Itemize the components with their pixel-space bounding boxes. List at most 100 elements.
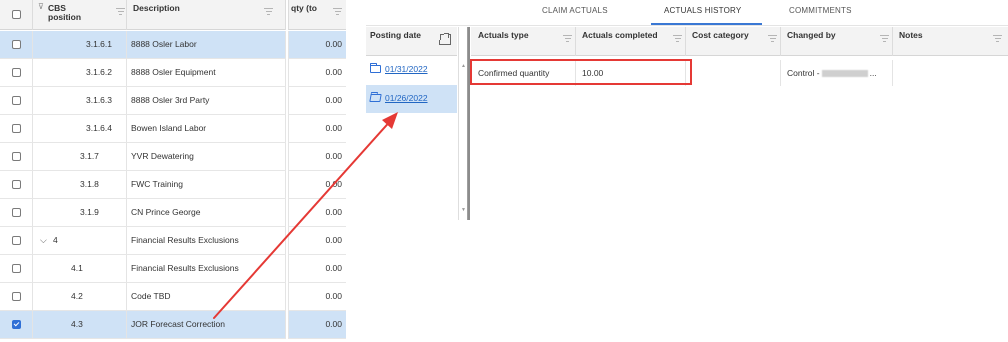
cost-category-header-label: Cost category — [692, 30, 749, 40]
posting-date-link[interactable]: 01/26/2022 — [385, 85, 428, 112]
description-text: 8888 Osler 3rd Party — [131, 95, 210, 105]
row-checkbox[interactable] — [12, 124, 21, 133]
description-text: YVR Dewatering — [131, 151, 194, 161]
table-row[interactable]: 4.3 JOR Forecast Correction — [0, 311, 286, 339]
row-select-cell — [0, 59, 33, 86]
cbs-position-cell: 4.1 — [33, 255, 127, 282]
qty-cell[interactable]: 0.00 — [288, 31, 346, 59]
filter-icon[interactable] — [768, 35, 777, 42]
filter-icon[interactable] — [993, 35, 1002, 42]
cbs-position-cell: ⌵ 4 — [33, 227, 127, 254]
actuals-completed-column-header[interactable]: Actuals completed — [576, 27, 686, 56]
table-row[interactable]: 3.1.8 FWC Training — [0, 171, 286, 199]
panel-splitter[interactable] — [468, 27, 470, 220]
notes-column-header[interactable]: Notes — [893, 27, 1008, 56]
qty-value: 0.00 — [325, 263, 342, 273]
description-cell: JOR Forecast Correction — [127, 311, 286, 338]
row-checkbox[interactable] — [12, 320, 21, 329]
qty-cell[interactable]: 0.00 — [288, 255, 346, 283]
description-cell: YVR Dewatering — [127, 143, 286, 170]
filter-icon[interactable] — [333, 8, 342, 15]
cost-category-cell — [686, 60, 781, 86]
actuals-type-column-header[interactable]: Actuals type — [471, 27, 576, 56]
description-text: Bowen Island Labor — [131, 123, 207, 133]
qty-cell[interactable]: 0.00 — [288, 143, 346, 171]
select-all-checkbox[interactable] — [12, 10, 21, 19]
posting-date-scrollbar[interactable]: ▲ ▼ — [458, 27, 468, 220]
table-row[interactable]: ⌵ 4 Financial Results Exclusions — [0, 227, 286, 255]
description-text: Code TBD — [131, 291, 171, 301]
table-row[interactable]: 3.1.6.1 8888 Osler Labor — [0, 31, 286, 59]
chevron-down-icon[interactable]: ⌵ — [40, 227, 47, 254]
cbs-position-cell: 3.1.8 — [33, 171, 127, 198]
tab-actuals-history[interactable]: ACTUALS HISTORY — [664, 6, 741, 15]
qty-cell[interactable]: 0.00 — [288, 59, 346, 87]
filter-icon[interactable] — [673, 35, 682, 42]
description-text: Financial Results Exclusions — [131, 235, 239, 245]
row-checkbox[interactable] — [12, 292, 21, 301]
cbs-position-header-label: CBS position — [48, 3, 82, 22]
tab-commitments[interactable]: COMMITMENTS — [789, 6, 852, 15]
qty-cell[interactable]: 0.00 — [288, 87, 346, 115]
cbs-position-text: 3.1.8 — [80, 179, 99, 189]
description-column-header[interactable]: Description — [127, 0, 286, 30]
actuals-history-grid: Actuals type Actuals completed Cost cate… — [471, 27, 1008, 220]
table-row[interactable]: 3.1.9 CN Prince George — [0, 199, 286, 227]
cbs-position-text: 3.1.6.1 — [86, 39, 112, 49]
actuals-history-header: Actuals type Actuals completed Cost cate… — [471, 27, 1008, 56]
row-select-cell — [0, 255, 33, 282]
row-select-cell — [0, 227, 33, 254]
cbs-grid-header: ⊽ CBS position Description — [0, 0, 286, 30]
table-row[interactable]: 4.2 Code TBD — [0, 283, 286, 311]
cost-category-column-header[interactable]: Cost category — [686, 27, 781, 56]
qty-cell[interactable]: 0.00 — [288, 227, 346, 255]
row-checkbox[interactable] — [12, 264, 21, 273]
qty-cell[interactable]: 0.00 — [288, 115, 346, 143]
row-checkbox[interactable] — [12, 152, 21, 161]
posting-date-row[interactable]: 01/31/2022 — [366, 56, 457, 84]
qty-cell[interactable]: 0.00 — [288, 283, 346, 311]
scroll-down-icon[interactable]: ▼ — [461, 207, 466, 213]
row-checkbox[interactable] — [12, 68, 21, 77]
table-row[interactable]: 3.1.6.2 8888 Osler Equipment — [0, 59, 286, 87]
cbs-position-cell: 3.1.7 — [33, 143, 127, 170]
row-select-cell — [0, 311, 33, 338]
filter-icon[interactable] — [264, 8, 273, 15]
table-row[interactable]: 3.1.6.3 8888 Osler 3rd Party — [0, 87, 286, 115]
posting-date-link[interactable]: 01/31/2022 — [385, 56, 428, 83]
cbs-position-text: 3.1.6.4 — [86, 123, 112, 133]
qty-cell[interactable]: 0.00 — [288, 311, 346, 339]
qty-value: 0.00 — [325, 291, 342, 301]
table-row[interactable]: 3.1.7 YVR Dewatering — [0, 143, 286, 171]
description-text: JOR Forecast Correction — [131, 319, 225, 329]
qty-column-header[interactable]: qty (to — [288, 0, 346, 30]
qty-cell[interactable]: 0.00 — [288, 199, 346, 227]
expand-panel-icon[interactable] — [439, 33, 451, 45]
cbs-position-column-header[interactable]: ⊽ CBS position — [33, 0, 127, 30]
folder-icon — [370, 63, 381, 73]
table-row[interactable]: 4.1 Financial Results Exclusions — [0, 255, 286, 283]
row-checkbox[interactable] — [12, 180, 21, 189]
filter-icon[interactable] — [563, 35, 572, 42]
filter-icon[interactable] — [880, 35, 889, 42]
posting-date-row-selected[interactable]: 01/26/2022 — [366, 85, 457, 113]
row-checkbox[interactable] — [12, 236, 21, 245]
collapse-all-icon[interactable]: ⊽ — [38, 2, 44, 11]
cbs-position-text: 4.3 — [71, 319, 83, 329]
scroll-up-icon[interactable]: ▲ — [461, 63, 466, 69]
cbs-position-cell: 3.1.6.1 — [33, 31, 127, 58]
description-text: 8888 Osler Equipment — [131, 67, 216, 77]
qty-cell[interactable]: 0.00 — [288, 171, 346, 199]
filter-icon[interactable] — [116, 8, 125, 15]
row-select-cell — [0, 171, 33, 198]
cbs-position-text: 3.1.6.2 — [86, 67, 112, 77]
tab-claim-actuals[interactable]: CLAIM ACTUALS — [542, 6, 608, 15]
posting-date-header: Posting date — [366, 27, 457, 56]
row-checkbox[interactable] — [12, 96, 21, 105]
description-cell: Financial Results Exclusions — [127, 227, 286, 254]
changed-by-column-header[interactable]: Changed by — [781, 27, 893, 56]
table-row[interactable]: 3.1.6.4 Bowen Island Labor — [0, 115, 286, 143]
row-checkbox[interactable] — [12, 40, 21, 49]
row-checkbox[interactable] — [12, 208, 21, 217]
description-text: CN Prince George — [131, 207, 201, 217]
